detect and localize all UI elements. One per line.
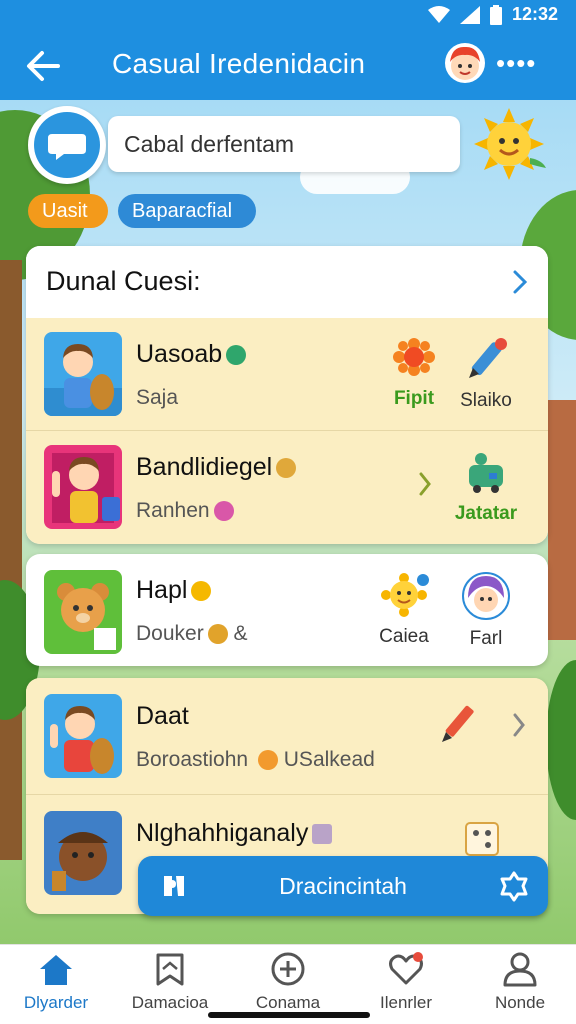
item-side-label-2: Slaiko [460,390,512,411]
nav-label: Damacioa [131,993,209,1012]
nav-label: Conama [255,993,321,1012]
flower-icon [393,338,435,376]
waving-kid-thumbnail [44,445,122,529]
teddy-bear-thumbnail [44,570,122,654]
pencil-icon[interactable] [438,702,480,744]
item-subtitle: Boroastiohn [136,748,249,771]
chevron-right-icon[interactable] [418,471,432,497]
item-title: Bandlidiegel [136,453,273,481]
status-time: 12:32 [511,4,558,24]
chevron-right-icon[interactable] [510,268,530,296]
list-item[interactable]: Bandlidiegel Ranhen Jatatar [26,431,548,544]
filter-chip-baparacfial[interactable]: Baparacfial [118,194,256,228]
item-side-label-2: Farl [469,628,503,649]
item-title: Uasoab [136,340,223,368]
search-input[interactable] [124,128,444,160]
chat-bubble-icon [48,134,86,160]
back-arrow-icon[interactable] [22,46,66,86]
settings-badge-icon [213,501,234,522]
item-subtitle: Saja [136,386,179,409]
kid-with-guitar-thumbnail [44,694,122,778]
home-icon [40,955,72,985]
nav-label: Nonde [494,993,546,1012]
badge-star-icon [500,871,528,902]
item-title: Nlghahhiganaly [136,819,309,847]
nav-label: Dlyarder [23,993,89,1012]
sun-face-icon [381,573,429,617]
item-subtitle-suffix: USalkead [283,748,375,771]
plus-circle-icon [271,952,305,986]
section-header[interactable]: Dunal Cuesi: [26,246,548,318]
nav-item-profile[interactable]: Nonde [470,951,570,1015]
primary-action-button[interactable]: Dracincintah [138,856,548,916]
pencil-icon [469,338,507,378]
edit-badge-icon [226,345,247,366]
more-options-icon[interactable]: •••• [496,48,536,79]
kid-with-guitar-thumbnail [44,332,122,416]
status-bar: 12:32 [0,0,576,32]
battery-icon [489,4,502,25]
chevron-right-icon[interactable] [512,712,526,738]
list-item[interactable]: Daat Boroastiohn USalkead [26,678,548,794]
section-card: Dunal Cuesi: Uasoab Saja Fipit Slaiko Ba… [26,246,548,544]
gear-badge-icon [276,458,297,479]
item-side-label-1: Caiea [379,626,429,647]
wifi-icon [427,5,450,23]
item-title: Daat [136,702,189,730]
item-subtitle-suffix: & [233,622,248,645]
star-badge-icon [191,581,212,602]
list-item[interactable]: Uasoab Saja Fipit Slaiko [26,318,548,430]
item-subtitle: Ranhen [136,499,210,522]
acorn-character-thumbnail [44,811,122,895]
nav-item-home[interactable]: Dlyarder [6,951,106,1015]
section-title: Dunal Cuesi: [46,266,201,296]
item-title: Hapl [136,576,188,604]
dice-icon [465,822,499,856]
girl-avatar-icon [462,572,510,620]
search-field[interactable] [108,116,460,172]
app-header: Casual Iredenidacin •••• [0,32,576,100]
nav-item-favorites[interactable]: Ilenrler [356,951,456,1015]
nav-label: Ilenrler [380,993,432,1012]
person-icon [503,952,537,987]
coin-badge-icon [207,624,228,645]
smile-badge-icon [257,750,278,771]
primary-action-label: Dracincintah [279,873,407,899]
tag-badge-icon [312,824,333,845]
item-side-label-2: Jatatar [454,503,518,524]
home-indicator[interactable] [208,1012,370,1018]
item-side-label-1: Fipit [393,388,435,409]
filter-chip-uasit[interactable]: Uasit [28,194,108,228]
page-title: Casual Iredenidacin [112,48,366,79]
robot-toy-icon [469,453,503,493]
signal-icon [459,5,480,24]
nav-item-bookmarks[interactable]: Damacioa [120,951,220,1015]
nav-item-create[interactable]: Conama [238,951,338,1015]
chat-bubble-button[interactable] [28,106,106,184]
bookmark-icon [156,953,184,986]
heart-icon [389,952,423,985]
sun-mascot-icon [474,108,546,180]
avatar[interactable] [444,42,486,84]
list-item[interactable]: Hapl Douker & Caiea Farl [26,554,548,666]
item-subtitle: Douker [136,622,204,645]
